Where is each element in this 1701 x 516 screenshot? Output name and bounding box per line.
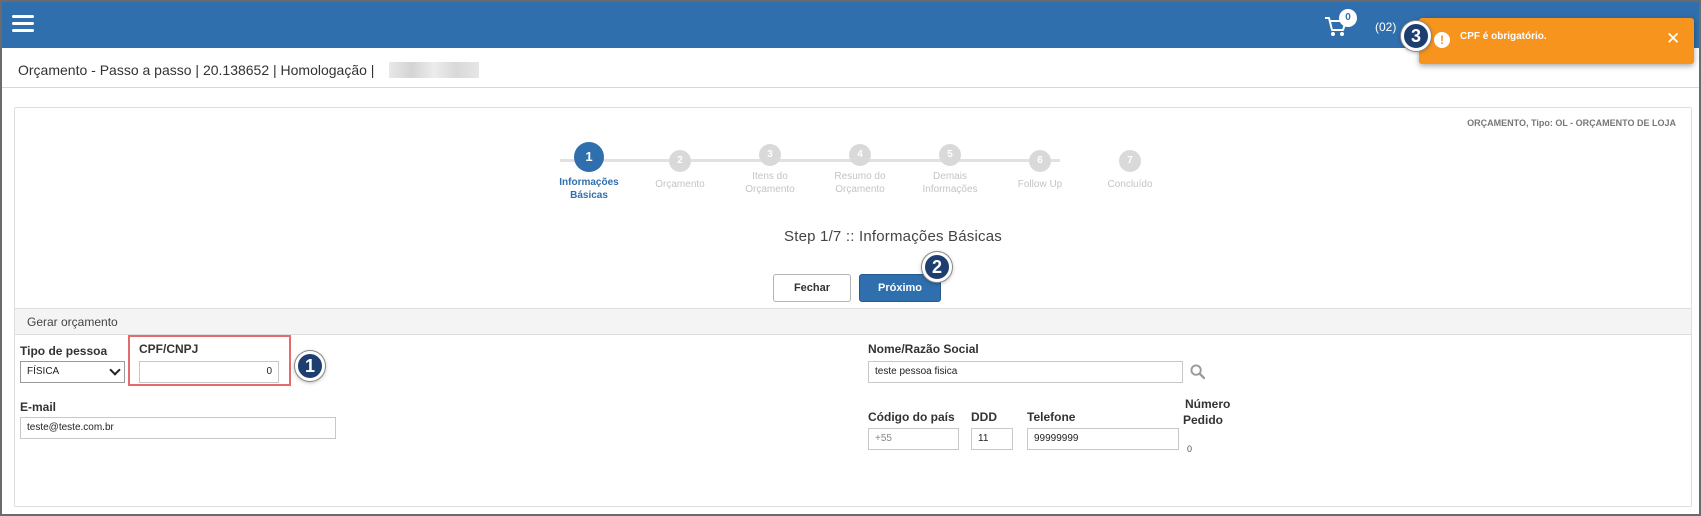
toast-message: CPF é obrigatório. [1460, 31, 1547, 42]
step-label: Demais Informações [922, 171, 978, 195]
step-number: 2 [669, 150, 691, 172]
redacted-user-name [389, 62, 479, 78]
email-input[interactable]: teste@teste.com.br [20, 417, 336, 439]
step-number: 6 [1029, 150, 1051, 172]
wizard-panel: ORÇAMENTO, Tipo: OL - ORÇAMENTO DE LOJA … [14, 107, 1692, 507]
step-3[interactable]: 3 Itens do Orçamento [730, 140, 810, 196]
step-5[interactable]: 5 Demais Informações [910, 140, 990, 196]
nome-input[interactable]: teste pessoa fisica [868, 361, 1183, 383]
step-title: Step 1/7 :: Informações Básicas [784, 228, 1002, 245]
step-number: 4 [849, 144, 871, 166]
step-2[interactable]: 2 Orçamento [640, 146, 720, 191]
chevron-down-icon [109, 364, 121, 376]
callout-1: 1 [295, 351, 325, 381]
user-code: (02) [1375, 20, 1397, 34]
step-label: Itens do Orçamento [745, 171, 795, 195]
step-1[interactable]: 1 Informações Básicas [549, 142, 629, 202]
cart-count-badge: 0 [1339, 9, 1357, 27]
tipo-pessoa-label: Tipo de pessoa [20, 344, 108, 358]
callout-3: 3 [1401, 21, 1431, 51]
section-header: Gerar orçamento [15, 308, 1691, 335]
tipo-pessoa-select[interactable]: FÍSICA [20, 361, 125, 383]
numero-pedido-label: Número Pedido [1183, 397, 1231, 427]
nome-label: Nome/Razão Social [868, 342, 979, 356]
breadcrumb: Orçamento - Passo a passo | 20.138652 | … [18, 62, 375, 78]
step-number: 1 [574, 142, 604, 172]
numero-pedido-value: 0 [1187, 444, 1193, 454]
step-number: 5 [939, 144, 961, 166]
step-label: Orçamento [655, 179, 705, 190]
step-label: Resumo do Orçamento [834, 171, 886, 195]
tipo-pessoa-value: FÍSICA [27, 366, 60, 377]
telefone-label: Telefone [1027, 410, 1076, 424]
telefone-input[interactable]: 99999999 [1027, 428, 1179, 450]
codigo-pais-input[interactable]: +55 [868, 428, 959, 450]
email-label: E-mail [20, 400, 57, 414]
codigo-pais-label: Código do país [868, 410, 955, 424]
exclamation-icon: ! [1434, 32, 1450, 48]
step-label: Concluído [1107, 179, 1153, 190]
step-number: 7 [1119, 150, 1141, 172]
step-number: 3 [759, 144, 781, 166]
close-icon[interactable]: ✕ [1666, 29, 1680, 49]
search-icon[interactable] [1190, 364, 1205, 379]
step-label: Follow Up [1017, 179, 1063, 190]
wizard-stepper: 1 Informações Básicas 2 Orçamento 3 Itens… [15, 108, 1691, 218]
breadcrumb-bar: Orçamento - Passo a passo | 20.138652 | … [2, 48, 1699, 88]
app-window: 0 (02) ! CPF é obrigatório. ✕ 3 Orçament… [0, 0, 1701, 516]
step-4[interactable]: 4 Resumo do Orçamento [820, 140, 900, 196]
close-button[interactable]: Fechar [773, 274, 851, 302]
step-7[interactable]: 7 Concluído [1090, 146, 1170, 191]
step-label: Informações Básicas [559, 177, 619, 201]
callout-2: 2 [922, 252, 952, 282]
hamburger-menu-icon[interactable] [12, 15, 34, 32]
cpf-cnpj-input[interactable]: 0 [139, 361, 279, 383]
step-6[interactable]: 6 Follow Up [1000, 146, 1080, 191]
ddd-input[interactable]: 11 [971, 428, 1013, 450]
ddd-label: DDD [971, 410, 997, 424]
cpf-cnpj-label: CPF/CNPJ [139, 342, 199, 356]
section-title: Gerar orçamento [27, 315, 118, 329]
